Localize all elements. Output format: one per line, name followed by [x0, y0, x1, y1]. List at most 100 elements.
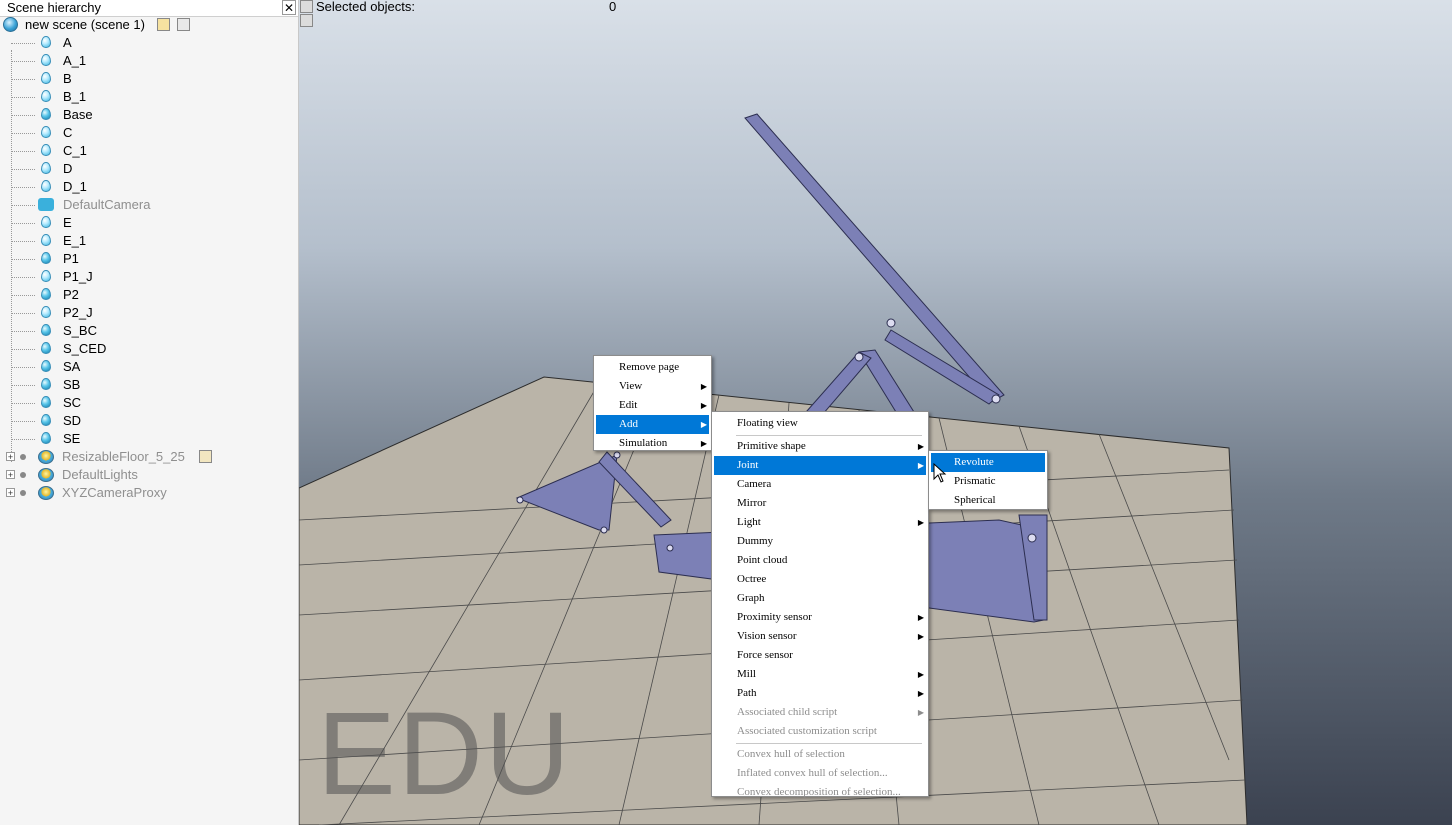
tree-item[interactable]: SE: [0, 430, 298, 448]
context-menu: Remove page View ▶ Edit ▶ Add ▶ Simulation ▶: [593, 355, 712, 451]
add-menu-item[interactable]: Dummy: [714, 532, 926, 551]
tree-item-label: ResizableFloor_5_25: [62, 449, 185, 464]
tree-item[interactable]: P1: [0, 250, 298, 268]
shape-icon: [40, 234, 52, 248]
tree-item[interactable]: P1_J: [0, 268, 298, 286]
menu-item-label: View: [619, 380, 643, 392]
menu-separator: [736, 743, 922, 744]
add-menu-item[interactable]: Convex decomposition of selection...: [714, 783, 926, 802]
script-icon[interactable]: [157, 18, 170, 31]
scene-hierarchy-panel: Scene hierarchy ✕ new scene (scene 1) AA…: [0, 0, 299, 825]
joint-menu-item[interactable]: Spherical: [931, 491, 1045, 510]
scene-root-item[interactable]: new scene (scene 1): [0, 16, 298, 34]
tree-connector: [11, 421, 35, 422]
selected-objects-count: 0: [609, 0, 617, 14]
submenu-arrow-icon: ▶: [700, 382, 707, 391]
tree-item[interactable]: B_1: [0, 88, 298, 106]
add-menu-item[interactable]: Mill ▶: [714, 665, 926, 684]
tree-model-item[interactable]: + ResizableFloor_5_25: [0, 448, 298, 466]
tree-item[interactable]: C: [0, 124, 298, 142]
tree-item[interactable]: E_1: [0, 232, 298, 250]
scene-settings-icon[interactable]: [177, 18, 190, 31]
add-menu-item[interactable]: Associated child script ▶: [714, 703, 926, 722]
menu-item-label: Primitive shape: [737, 440, 806, 452]
tree-item[interactable]: D_1: [0, 178, 298, 196]
context-menu-item[interactable]: View ▶: [596, 377, 709, 396]
model-icon: [38, 468, 54, 482]
tree-item-label: XYZCameraProxy: [62, 485, 167, 500]
menu-item-label: Octree: [737, 573, 767, 585]
tree-item[interactable]: S_BC: [0, 322, 298, 340]
shape-icon: [40, 54, 52, 68]
add-menu-item[interactable]: Path ▶: [714, 684, 926, 703]
add-menu-item[interactable]: Floating view: [714, 414, 926, 433]
add-menu-item[interactable]: Joint ▶: [714, 456, 926, 475]
close-icon[interactable]: ✕: [282, 0, 296, 15]
tree-item[interactable]: D: [0, 160, 298, 178]
expand-icon[interactable]: +: [6, 452, 15, 462]
tree-item[interactable]: SC: [0, 394, 298, 412]
add-menu-item[interactable]: Point cloud: [714, 551, 926, 570]
submenu-arrow-icon: ▶: [917, 689, 924, 698]
add-menu-item[interactable]: Primitive shape ▶: [714, 437, 926, 456]
tree-item[interactable]: SD: [0, 412, 298, 430]
tree-item[interactable]: P2: [0, 286, 298, 304]
tree-connector: [11, 133, 35, 134]
tree-item[interactable]: A: [0, 34, 298, 52]
add-menu-item[interactable]: Mirror: [714, 494, 926, 513]
tree-item[interactable]: P2_J: [0, 304, 298, 322]
add-menu-item[interactable]: Camera: [714, 475, 926, 494]
context-menu-item[interactable]: Add ▶: [596, 415, 709, 434]
menu-item-label: Associated child script: [737, 706, 838, 718]
add-menu-item[interactable]: Convex hull of selection: [714, 745, 926, 764]
viewport-page-button[interactable]: [300, 14, 313, 27]
tree-item[interactable]: E: [0, 214, 298, 232]
add-menu-item[interactable]: Octree: [714, 570, 926, 589]
shape-icon: [40, 324, 52, 338]
joint-menu-item[interactable]: Revolute: [931, 453, 1045, 472]
shape-icon: [40, 252, 52, 266]
menu-item-label: Floating view: [737, 417, 798, 429]
shape-icon: [40, 270, 52, 284]
add-menu-item[interactable]: Graph: [714, 589, 926, 608]
viewport-toggle-button[interactable]: [300, 0, 313, 13]
tree-item-label: C_1: [63, 143, 87, 158]
menu-item-label: Remove page: [619, 361, 680, 373]
joint-menu-item[interactable]: Prismatic: [931, 472, 1045, 491]
tree-connector: [11, 169, 35, 170]
tree-item[interactable]: SB: [0, 376, 298, 394]
tree-item[interactable]: B: [0, 70, 298, 88]
context-menu-item[interactable]: Remove page: [596, 358, 709, 377]
tree-item[interactable]: SA: [0, 358, 298, 376]
add-menu-item[interactable]: Proximity sensor ▶: [714, 608, 926, 627]
tree-item[interactable]: C_1: [0, 142, 298, 160]
tree-item[interactable]: Base: [0, 106, 298, 124]
context-menu-item[interactable]: Simulation ▶: [596, 434, 709, 453]
model-icon: [38, 450, 54, 464]
add-menu-item[interactable]: Associated customization script: [714, 722, 926, 741]
add-menu-item[interactable]: Vision sensor ▶: [714, 627, 926, 646]
add-menu-item[interactable]: Force sensor: [714, 646, 926, 665]
script-icon[interactable]: [199, 450, 212, 463]
menu-item-label: Force sensor: [737, 649, 793, 661]
context-menu-item[interactable]: Edit ▶: [596, 396, 709, 415]
expand-icon[interactable]: +: [6, 470, 15, 480]
add-menu-item[interactable]: Inflated convex hull of selection...: [714, 764, 926, 783]
tree-connector: [11, 43, 35, 44]
tree-item-label: E_1: [63, 233, 87, 248]
expand-icon[interactable]: +: [6, 488, 15, 498]
tree-connector: [11, 61, 35, 62]
tree-item[interactable]: DefaultCamera: [0, 196, 298, 214]
add-menu-item[interactable]: Light ▶: [714, 513, 926, 532]
menu-item-label: Proximity sensor: [737, 611, 812, 623]
tree-item-label: DefaultCamera: [63, 197, 151, 212]
tree-model-item[interactable]: + DefaultLights: [0, 466, 298, 484]
tree-item[interactable]: S_CED: [0, 340, 298, 358]
tree-item-label: A: [63, 35, 72, 50]
tree-connector: [11, 205, 35, 206]
tree-model-item[interactable]: + XYZCameraProxy: [0, 484, 298, 502]
shape-icon: [40, 378, 52, 392]
menu-item-label: Associated customization script: [737, 725, 877, 737]
menu-item-label: Light: [737, 516, 761, 528]
tree-item[interactable]: A_1: [0, 52, 298, 70]
